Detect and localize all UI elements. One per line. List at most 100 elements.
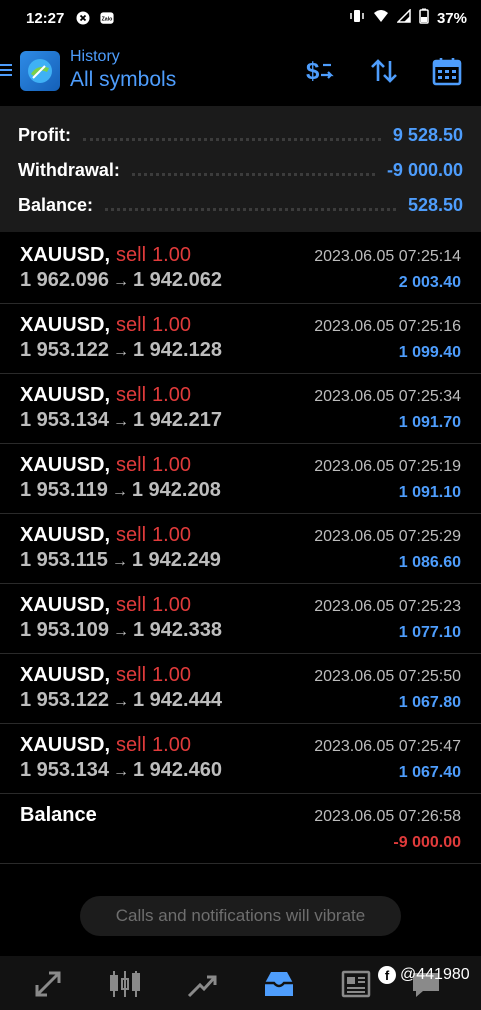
deal-symbol: XAUUSD, bbox=[20, 314, 111, 336]
arrow-right-icon: → bbox=[112, 343, 129, 360]
deal-volume: 1.00 bbox=[152, 244, 191, 266]
arrow-right-icon: → bbox=[111, 553, 128, 570]
withdrawal-label: Withdrawal: bbox=[18, 160, 120, 180]
deal-side: sell bbox=[116, 524, 147, 546]
chart-icon[interactable] bbox=[107, 966, 143, 1002]
deal-symbol: XAUUSD, bbox=[20, 384, 111, 406]
deal-volume: 1.00 bbox=[152, 454, 191, 476]
arrow-right-icon: → bbox=[112, 763, 129, 780]
dollar-exchange-icon[interactable]: $ bbox=[302, 56, 336, 86]
deal-row[interactable]: XAUUSD, sell 1.00 1 953.134 → 1 942.217 2023… bbox=[0, 374, 481, 444]
deal-time: 2023.06.05 07:25:34 bbox=[314, 388, 461, 405]
summary-withdrawal-row: Withdrawal: -9 000.00 bbox=[18, 153, 463, 188]
deal-open-price: 1 953.119 bbox=[20, 479, 108, 501]
deal-profit: 1 091.10 bbox=[398, 484, 461, 501]
deal-profit: 2 003.40 bbox=[398, 274, 461, 291]
deal-time: 2023.06.05 07:25:50 bbox=[314, 668, 461, 685]
deal-close-price: 1 942.460 bbox=[132, 759, 222, 781]
profit-value: 9 528.50 bbox=[392, 125, 463, 145]
deal-symbol: XAUUSD, bbox=[20, 594, 111, 616]
calendar-icon[interactable] bbox=[430, 56, 464, 86]
deal-time: 2023.06.05 07:25:29 bbox=[314, 528, 461, 545]
header-titles[interactable]: History All symbols bbox=[70, 48, 176, 92]
deal-close-price: 1 942.208 bbox=[131, 479, 221, 501]
arrow-right-icon: → bbox=[112, 693, 129, 710]
deal-time: 2023.06.05 07:25:14 bbox=[314, 248, 461, 265]
deal-side: sell bbox=[116, 384, 147, 406]
deal-time: 2023.06.05 07:25:16 bbox=[314, 318, 461, 335]
deal-open-price: 1 953.109 bbox=[20, 619, 109, 641]
watermark: f @441980 bbox=[378, 966, 470, 984]
sort-icon[interactable] bbox=[367, 56, 401, 86]
deal-side: sell bbox=[116, 734, 147, 756]
balance-value: 528.50 bbox=[407, 195, 463, 215]
deal-open-price: 1 962.096 bbox=[20, 269, 109, 291]
deal-close-price: 1 942.444 bbox=[132, 689, 222, 711]
history-summary: Profit: 9 528.50 Withdrawal: -9 000.00 B… bbox=[0, 106, 481, 232]
leader-dots bbox=[131, 173, 375, 176]
menu-icon[interactable] bbox=[0, 62, 12, 78]
deal-close-price: 1 942.249 bbox=[131, 549, 221, 571]
balance-row-value: -9 000.00 bbox=[393, 834, 461, 851]
deal-close-price: 1 942.217 bbox=[132, 409, 222, 431]
battery-icon bbox=[419, 8, 429, 28]
wifi-icon bbox=[373, 9, 389, 27]
balance-row-label: Balance bbox=[20, 804, 97, 826]
balance-row-time: 2023.06.05 07:26:58 bbox=[314, 808, 461, 825]
deal-close-price: 1 942.128 bbox=[132, 339, 222, 361]
vibrate-icon bbox=[349, 9, 365, 27]
deal-open-price: 1 953.122 bbox=[20, 339, 109, 361]
battery-percent: 37% bbox=[436, 9, 467, 27]
deal-volume: 1.00 bbox=[152, 384, 191, 406]
status-bar: 12:27 Zalo 37% bbox=[0, 0, 481, 36]
signal-icon bbox=[396, 8, 411, 27]
status-time: 12:27 bbox=[26, 9, 65, 27]
deal-row[interactable]: XAUUSD, sell 1.00 1 953.115 → 1 942.249 2023… bbox=[0, 514, 481, 584]
zalo-icon-text: Zalo bbox=[102, 17, 113, 23]
deal-profit: 1 077.10 bbox=[398, 624, 461, 641]
balance-row[interactable]: Balance 2023.06.05 07:26:58 -9 000.00 bbox=[0, 794, 481, 864]
deal-open-price: 1 953.134 bbox=[20, 759, 109, 781]
leader-dots bbox=[83, 138, 381, 141]
deal-row[interactable]: XAUUSD, sell 1.00 1 953.109 → 1 942.338 2023… bbox=[0, 584, 481, 654]
deal-volume: 1.00 bbox=[152, 664, 191, 686]
deal-profit: 1 099.40 bbox=[398, 344, 461, 361]
summary-balance-row: Balance: 528.50 bbox=[18, 188, 463, 223]
leader-dots bbox=[105, 208, 396, 211]
withdrawal-value: -9 000.00 bbox=[386, 160, 463, 180]
deal-symbol: XAUUSD, bbox=[20, 244, 111, 266]
arrow-right-icon: → bbox=[112, 623, 129, 640]
app-logo-icon[interactable] bbox=[20, 51, 60, 91]
deal-time: 2023.06.05 07:25:19 bbox=[314, 458, 461, 475]
zalo-icon: Zalo bbox=[100, 11, 114, 25]
deal-row[interactable]: XAUUSD, sell 1.00 1 953.122 → 1 942.128 2023… bbox=[0, 304, 481, 374]
deal-side: sell bbox=[116, 314, 147, 336]
deal-symbol: XAUUSD, bbox=[20, 664, 111, 686]
deal-side: sell bbox=[116, 594, 147, 616]
notification-x-icon bbox=[76, 11, 90, 25]
deal-row[interactable]: XAUUSD, sell 1.00 1 953.134 → 1 942.460 2023… bbox=[0, 724, 481, 794]
deal-time: 2023.06.05 07:25:23 bbox=[314, 598, 461, 615]
vibrate-toast: Calls and notifications will vibrate bbox=[80, 896, 401, 936]
deal-row[interactable]: XAUUSD, sell 1.00 1 953.119 → 1 942.208 2023… bbox=[0, 444, 481, 514]
quotes-icon[interactable] bbox=[30, 966, 66, 1002]
deal-profit: 1 067.80 bbox=[398, 694, 461, 711]
deal-symbol: XAUUSD, bbox=[20, 524, 111, 546]
header-subtitle: History bbox=[70, 48, 120, 65]
deal-symbol: XAUUSD, bbox=[20, 454, 111, 476]
summary-profit-row: Profit: 9 528.50 bbox=[18, 118, 463, 153]
trade-icon[interactable] bbox=[184, 966, 220, 1002]
deal-time: 2023.06.05 07:25:47 bbox=[314, 738, 461, 755]
deal-side: sell bbox=[116, 244, 147, 266]
profit-label: Profit: bbox=[18, 125, 71, 145]
watermark-text: @441980 bbox=[400, 966, 470, 983]
deal-row[interactable]: XAUUSD, sell 1.00 1 962.096 → 1 942.062 2023… bbox=[0, 234, 481, 304]
deal-volume: 1.00 bbox=[152, 314, 191, 336]
deal-open-price: 1 953.122 bbox=[20, 689, 109, 711]
balance-label: Balance: bbox=[18, 195, 94, 215]
arrow-right-icon: → bbox=[112, 273, 129, 290]
news-icon[interactable] bbox=[338, 966, 374, 1002]
history-icon[interactable] bbox=[261, 966, 297, 1002]
deal-profit: 1 091.70 bbox=[398, 414, 461, 431]
deal-row[interactable]: XAUUSD, sell 1.00 1 953.122 → 1 942.444 2023… bbox=[0, 654, 481, 724]
